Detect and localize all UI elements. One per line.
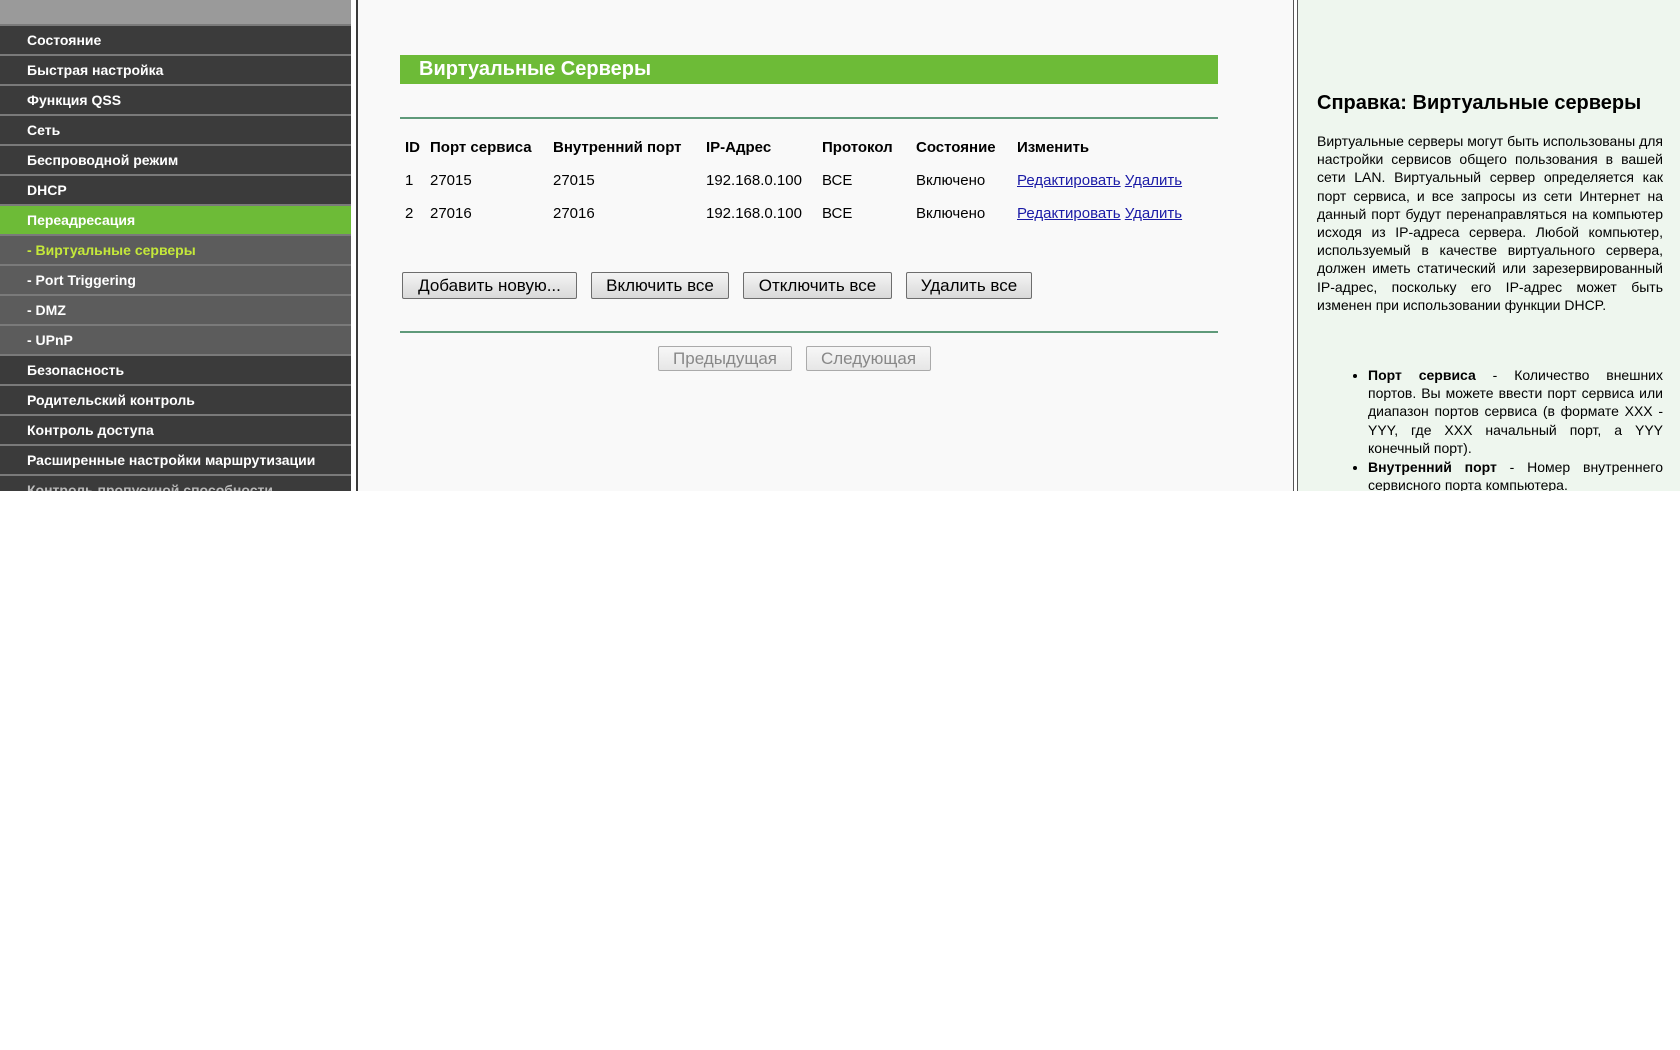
cell-service-port: 27016 [430,205,472,222]
next-page-button[interactable]: Следующая [806,346,931,371]
cell-id: 1 [405,172,414,189]
help-intro: Виртуальные серверы могут быть использов… [1317,133,1663,313]
sidebar-item-беспроводной-режим[interactable]: Беспроводной режим [0,144,351,174]
disable-all-button[interactable]: Отключить все [743,272,892,299]
help-term: Порт сервиса [1368,367,1476,383]
sidebar-item-dmz[interactable]: - DMZ [0,294,351,324]
col-header-service-port: Порт сервиса [430,138,532,156]
enable-all-button[interactable]: Включить все [591,272,729,299]
sidebar-divider [351,0,358,491]
cell-protocol: ВСЕ [822,205,853,222]
sidebar-item-upnp[interactable]: - UPnP [0,324,351,354]
sidebar-top-strip [0,0,351,24]
table-row: 2 27016 27016 192.168.0.100 ВСЕ Включено… [400,197,1187,230]
table-header-row: ID Порт сервиса Внутренний порт IP-Адрес… [400,130,1187,164]
sidebar-item-родительский-контроль[interactable]: Родительский контроль [0,384,351,414]
edit-link[interactable]: Редактировать [1017,172,1121,189]
col-header-protocol: Протокол [822,138,893,156]
virtual-servers-table: ID Порт сервиса Внутренний порт IP-Адрес… [400,130,1187,230]
cell-status: Включено [916,205,986,222]
sidebar-item-сеть[interactable]: Сеть [0,114,351,144]
delete-link[interactable]: Удалить [1125,172,1182,189]
sidebar-item-dhcp[interactable]: DHCP [0,174,351,204]
sidebar-item-расширенные-настройки-маршрутизации[interactable]: Расширенные настройки маршрутизации [0,444,351,474]
cell-actions: Редактировать Удалить [1012,197,1187,230]
col-header-edit: Изменить [1017,138,1090,156]
cell-ip: 192.168.0.100 [706,172,802,189]
cell-protocol: ВСЕ [822,172,853,189]
add-new-button[interactable]: Добавить новую... [402,272,577,299]
help-list-item: Внутренний порт - Номер внутреннего серв… [1368,458,1663,491]
cell-ip: 192.168.0.100 [706,205,802,222]
sidebar-item-port-triggering[interactable]: - Port Triggering [0,264,351,294]
router-admin-frame: Состояние Быстрая настройка Функция QSS Сет… [0,0,1680,491]
delete-link[interactable]: Удалить [1125,205,1182,222]
col-header-status: Состояние [916,138,996,156]
sidebar-item-состояние[interactable]: Состояние [0,24,351,54]
divider-bottom [400,331,1218,333]
col-header-internal-port: Внутренний порт [553,138,682,156]
sidebar-item-контроль-доступа[interactable]: Контроль доступа [0,414,351,444]
help-list: Порт сервиса - Количество внешних портов… [1317,366,1663,491]
sidebar-menu: Состояние Быстрая настройка Функция QSS Сет… [0,0,351,491]
help-term: Внутренний порт [1368,459,1497,476]
cell-service-port: 27015 [430,172,472,189]
sidebar-item-функция-qss[interactable]: Функция QSS [0,84,351,114]
menu-list: Состояние Быстрая настройка Функция QSS Сет… [0,24,351,491]
cell-internal-port: 27016 [553,205,595,222]
cell-internal-port: 27015 [553,172,595,189]
help-title: Справка: Виртуальные серверы [1317,92,1642,114]
table-row: 1 27015 27015 192.168.0.100 ВСЕ Включено… [400,164,1187,197]
main-content: Виртуальные Серверы ID Порт сервиса Внут… [358,0,1293,491]
help-panel: Справка: Виртуальные серверы Виртуальные… [1298,0,1680,491]
prev-page-button[interactable]: Предыдущая [658,346,792,371]
sidebar-item-контроль-пропускной-способности[interactable]: Контроль пропускной способности [0,474,351,491]
sidebar-item-виртуальные-серверы[interactable]: - Виртуальные серверы [0,234,351,264]
divider-top [400,117,1218,119]
cell-actions: Редактировать Удалить [1012,164,1187,197]
col-header-ip: IP-Адрес [706,138,772,156]
col-header-id: ID [405,138,420,156]
page-title: Виртуальные Серверы [400,55,1218,84]
sidebar-item-переадресация[interactable]: Переадресация [0,204,351,234]
help-list-item: Порт сервиса - Количество внешних портов… [1368,366,1663,457]
sidebar-item-быстрая-настройка[interactable]: Быстрая настройка [0,54,351,84]
cell-status: Включено [916,172,986,189]
sidebar-item-безопасность[interactable]: Безопасность [0,354,351,384]
delete-all-button[interactable]: Удалить все [906,272,1032,299]
edit-link[interactable]: Редактировать [1017,205,1121,222]
cell-id: 2 [405,205,414,222]
